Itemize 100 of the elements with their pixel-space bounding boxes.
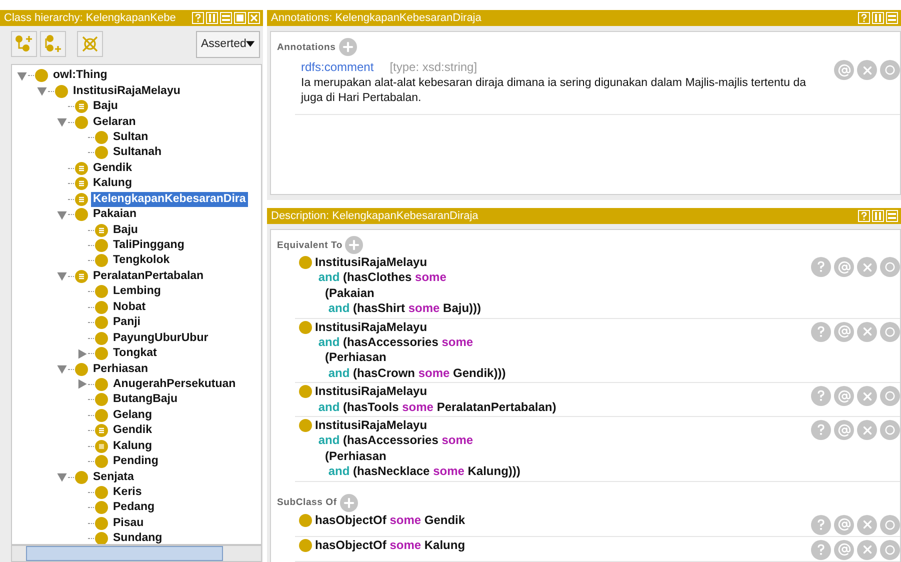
- tree-item[interactable]: Sultan: [111, 130, 150, 145]
- annotate-button[interactable]: [834, 386, 854, 406]
- help-button[interactable]: [811, 540, 831, 560]
- tree-item[interactable]: Pakaian: [91, 207, 138, 222]
- tree-item[interactable]: Panji: [111, 315, 142, 330]
- expanded-triangle-icon[interactable]: [56, 116, 68, 128]
- delete-button[interactable]: [77, 31, 103, 57]
- tree-item[interactable]: Senjata: [91, 470, 136, 485]
- tree-item[interactable]: Nobat: [111, 300, 148, 315]
- add-button[interactable]: [340, 494, 358, 512]
- tree-item[interactable]: Kalung: [111, 438, 154, 454]
- tree-item[interactable]: TaliPinggang: [111, 238, 186, 254]
- expanded-triangle-icon[interactable]: [56, 270, 68, 282]
- tree-item[interactable]: owl:Thing: [51, 68, 110, 84]
- split-button[interactable]: [206, 12, 218, 24]
- circle-icon: [35, 69, 48, 82]
- annotate-button[interactable]: [834, 322, 854, 342]
- add-sibling-button[interactable]: [40, 31, 66, 57]
- tree-item[interactable]: Pisau: [111, 516, 146, 531]
- tree-item[interactable]: Baju: [111, 222, 140, 238]
- edit-button[interactable]: [880, 257, 900, 277]
- help-button[interactable]: [811, 322, 831, 342]
- tree-item[interactable]: InstitusiRajaMelayu: [71, 84, 182, 99]
- tree-item[interactable]: Gelaran: [91, 114, 138, 130]
- horizontal-scrollbar[interactable]: [11, 545, 262, 562]
- edit-button[interactable]: [880, 386, 900, 406]
- tree-item[interactable]: Pedang: [111, 500, 157, 516]
- close-icon: [860, 325, 874, 338]
- edit-button[interactable]: [880, 420, 900, 440]
- panel-title: Annotations: KelengkapanKebesaranDiraja: [271, 11, 482, 26]
- maximize-button[interactable]: [234, 12, 246, 24]
- delete-button[interactable]: [857, 257, 877, 277]
- tree-item[interactable]: Tengkolok: [111, 253, 172, 268]
- add-button[interactable]: [338, 38, 357, 56]
- close-button[interactable]: [248, 12, 260, 24]
- delete-button[interactable]: [857, 540, 877, 560]
- circle-icon: [95, 130, 108, 144]
- tree-item[interactable]: KelengkapanKebesaranDira: [91, 192, 248, 207]
- tree-item[interactable]: Keris: [111, 485, 144, 500]
- edit-button[interactable]: [880, 540, 900, 560]
- minimize-button[interactable]: [886, 210, 898, 222]
- annotate-button[interactable]: [834, 420, 854, 440]
- expanded-triangle-icon[interactable]: [36, 85, 48, 98]
- lines-circle-icon: [75, 100, 88, 114]
- tree-item[interactable]: Tongkat: [111, 346, 159, 362]
- tree-item[interactable]: PayungUburUbur: [111, 330, 210, 346]
- delete-button[interactable]: [857, 322, 877, 342]
- help-button[interactable]: [858, 12, 870, 24]
- annotate-button[interactable]: [834, 257, 854, 277]
- scrollbar-thumb[interactable]: [26, 546, 223, 561]
- collapsed-triangle-icon[interactable]: [76, 378, 88, 390]
- help-button[interactable]: [811, 386, 831, 406]
- tree-item[interactable]: Sundang: [111, 531, 164, 544]
- circle-icon: [95, 501, 108, 514]
- tree-item[interactable]: Sultanah: [111, 145, 164, 160]
- expanded-triangle-icon[interactable]: [56, 471, 68, 484]
- minimize-button[interactable]: [220, 12, 232, 24]
- edit-button[interactable]: [880, 514, 900, 535]
- tree-item[interactable]: Lembing: [111, 284, 163, 300]
- ring-icon: [885, 65, 895, 75]
- circle-icon: [95, 408, 108, 422]
- tree-item[interactable]: Kalung: [91, 176, 134, 192]
- annotate-button[interactable]: [834, 514, 854, 535]
- tree-item[interactable]: Gendik: [111, 423, 154, 438]
- plus-icon: [340, 40, 355, 54]
- edit-button[interactable]: [880, 60, 900, 80]
- tree-item[interactable]: PeralatanPertabalan: [91, 268, 206, 284]
- expanded-triangle-icon[interactable]: [56, 363, 68, 376]
- expanded-triangle-icon[interactable]: [56, 208, 68, 221]
- help-button[interactable]: [858, 210, 870, 222]
- class-expression: hasObjectOf some Gendik: [315, 512, 466, 529]
- delete-button[interactable]: [857, 60, 877, 80]
- split-button[interactable]: [872, 210, 884, 222]
- view-dropdown[interactable]: Asserted: [196, 30, 260, 58]
- edit-button[interactable]: [880, 322, 900, 342]
- help-button[interactable]: [192, 12, 204, 24]
- collapsed-triangle-icon[interactable]: [76, 348, 88, 360]
- tree-item[interactable]: Gelang: [111, 408, 154, 423]
- add-button[interactable]: [345, 236, 364, 254]
- split-button[interactable]: [872, 12, 884, 24]
- tree-item[interactable]: Gendik: [91, 160, 134, 176]
- tree-item[interactable]: Baju: [91, 99, 120, 114]
- add-subclass-button[interactable]: [11, 31, 37, 57]
- delete-button[interactable]: [857, 514, 877, 535]
- tree-item[interactable]: Perhiasan: [91, 362, 150, 377]
- help-button[interactable]: [811, 420, 831, 440]
- property-link[interactable]: rdfs:comment: [301, 60, 374, 74]
- question-icon: [817, 544, 825, 556]
- help-button[interactable]: [811, 514, 831, 535]
- delete-button[interactable]: [857, 420, 877, 440]
- class-expression: InstitusiRajaMelayu and (hasAccessories some (Perhiasan and (hasCrown some Gendik))): [315, 320, 507, 382]
- delete-button[interactable]: [857, 386, 877, 406]
- expanded-triangle-icon[interactable]: [16, 70, 28, 82]
- help-button[interactable]: [811, 257, 831, 277]
- annotate-button[interactable]: [834, 60, 854, 80]
- tree-item[interactable]: ButangBaju: [111, 392, 180, 408]
- tree-item[interactable]: AnugerahPersekutuan: [111, 376, 238, 392]
- tree-item[interactable]: Pending: [111, 454, 160, 470]
- minimize-button[interactable]: [886, 12, 898, 24]
- annotate-button[interactable]: [834, 540, 854, 560]
